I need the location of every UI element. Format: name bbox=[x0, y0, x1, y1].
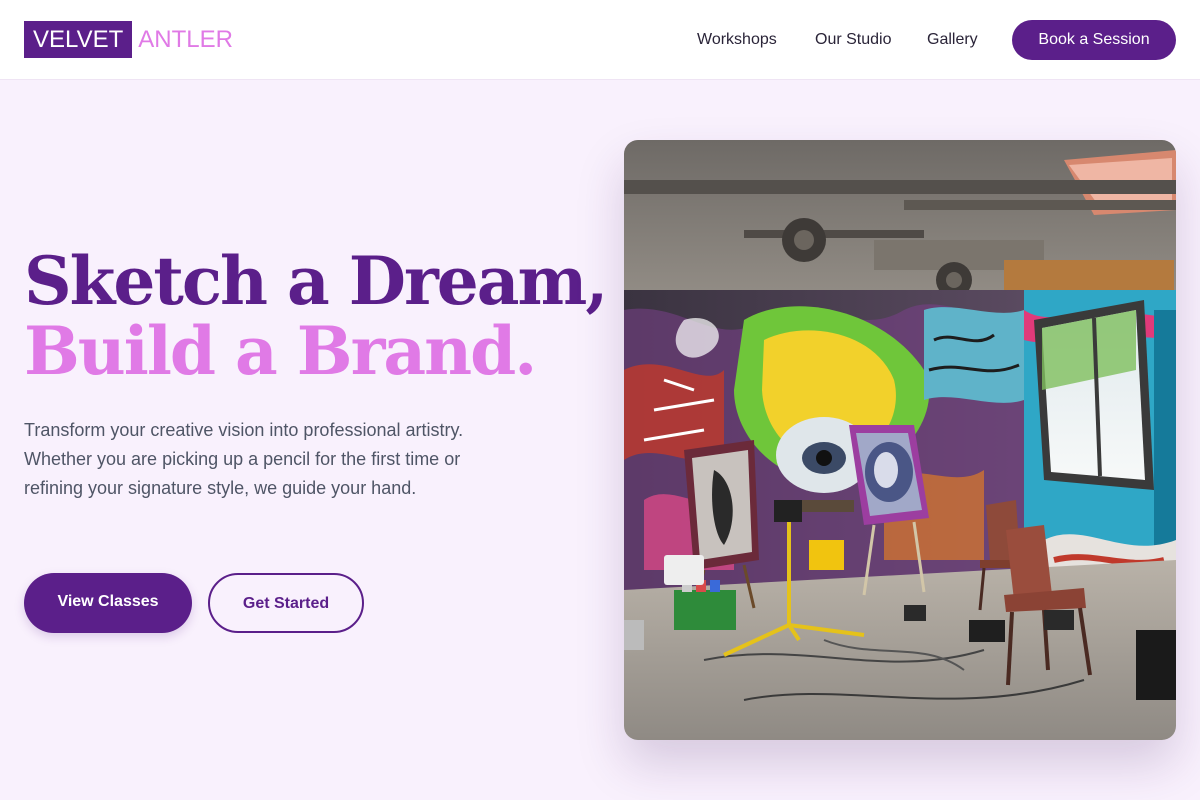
nav-link-our-studio[interactable]: Our Studio bbox=[815, 20, 891, 60]
brand-name-primary: VELVET bbox=[24, 21, 133, 58]
nav-link-gallery[interactable]: Gallery bbox=[927, 20, 978, 60]
site-header: VELVET ANTLER Workshops Our Studio Galle… bbox=[0, 0, 1200, 80]
studio-photo-illustration bbox=[624, 140, 1176, 740]
brand-logo[interactable]: VELVET ANTLER bbox=[24, 21, 233, 58]
hero-image bbox=[624, 140, 1176, 740]
hero-description: Transform your creative vision into prof… bbox=[24, 420, 464, 498]
get-started-button[interactable]: Get Started bbox=[208, 573, 364, 633]
hero-title-line1: Sketch a Dream, bbox=[24, 242, 608, 320]
hero-title-line2: Build a Brand. bbox=[24, 312, 537, 390]
book-session-button[interactable]: Book a Session bbox=[1012, 20, 1176, 60]
nav-link-workshops[interactable]: Workshops bbox=[697, 20, 777, 60]
brand-name-accent: ANTLER bbox=[138, 26, 233, 53]
hero-title: Sketch a Dream, Build a Brand. bbox=[24, 242, 608, 390]
view-classes-button[interactable]: View Classes bbox=[24, 573, 192, 633]
